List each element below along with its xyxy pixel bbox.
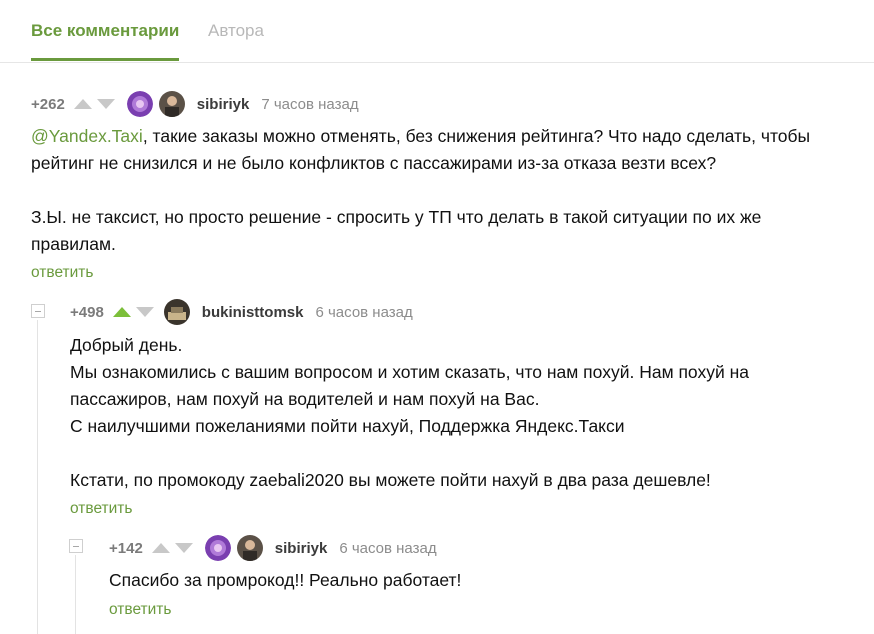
comment-line: правилам.	[31, 234, 116, 254]
username[interactable]: bukinisttomsk	[202, 304, 304, 321]
comment-line-text: , такие заказы можно отменять, без сниже…	[142, 126, 811, 146]
thread-line[interactable]	[75, 555, 76, 634]
comments-tabs: Все комментарии Автора	[0, 0, 874, 63]
downvote-icon[interactable]	[174, 541, 194, 555]
comment-line: @Yandex.Taxi, такие заказы можно отменят…	[31, 123, 851, 150]
comment-header: +262 sibiriyk 7 часов назад	[31, 89, 359, 119]
comment-line: С наилучшими пожеланиями пойти нахуй, По…	[70, 416, 625, 436]
comment-line: рейтинг не снизился и не было конфликтов…	[31, 153, 717, 173]
community-avatar[interactable]	[204, 535, 231, 561]
comment-time[interactable]: 6 часов назад	[315, 304, 412, 321]
username[interactable]: sibiriyk	[197, 96, 250, 113]
upvote-icon[interactable]	[73, 97, 93, 111]
comment-line: пассажиров, нам похуй на водителей и нам…	[70, 389, 540, 409]
comment-header: +498 bukinisttomsk 6 часов назад	[70, 297, 413, 327]
upvote-icon[interactable]	[112, 305, 132, 319]
mention-link[interactable]: @Yandex.Taxi	[31, 126, 143, 146]
upvote-icon[interactable]	[151, 541, 171, 555]
tab-author[interactable]: Автора	[208, 21, 264, 41]
comment-line: Кстати, по промокоду zaebali2020 вы може…	[70, 470, 711, 490]
comment-text: @Yandex.Taxi, такие заказы можно отменят…	[31, 123, 851, 258]
reply-link[interactable]: ответить	[31, 264, 93, 282]
username[interactable]: sibiriyk	[275, 540, 328, 557]
comment-time[interactable]: 7 часов назад	[261, 96, 358, 113]
rating-value: +498	[70, 303, 104, 321]
active-tab-indicator	[31, 58, 179, 61]
user-avatar[interactable]	[163, 299, 190, 325]
downvote-icon[interactable]	[96, 97, 116, 111]
comment-line: Мы ознакомились с вашим вопросом и хотим…	[70, 362, 750, 382]
user-avatar[interactable]	[158, 91, 185, 117]
collapse-icon[interactable]	[69, 539, 83, 553]
collapse-icon[interactable]	[31, 304, 45, 318]
comment-text: Добрый день. Мы ознакомились с вашим воп…	[70, 332, 860, 494]
comment-line: Добрый день.	[70, 335, 183, 355]
rating-value: +262	[31, 95, 65, 113]
reply-link[interactable]: ответить	[109, 601, 171, 619]
comment-line: З.Ы. не таксист, но просто решение - спр…	[31, 207, 762, 227]
community-avatar[interactable]	[126, 91, 153, 117]
comment-line: Спасибо за промрокод!! Реально работает!	[109, 570, 462, 590]
comment-header: +142 sibiriyk 6 часов назад	[109, 533, 437, 563]
comment-time[interactable]: 6 часов назад	[339, 540, 436, 557]
user-avatar[interactable]	[236, 535, 263, 561]
comment-text: Спасибо за промрокод!! Реально работает!	[109, 567, 849, 594]
thread-line[interactable]	[37, 320, 38, 634]
rating-value: +142	[109, 539, 143, 557]
reply-link[interactable]: ответить	[70, 500, 132, 518]
downvote-icon[interactable]	[135, 305, 155, 319]
tab-all-comments[interactable]: Все комментарии	[31, 21, 179, 41]
